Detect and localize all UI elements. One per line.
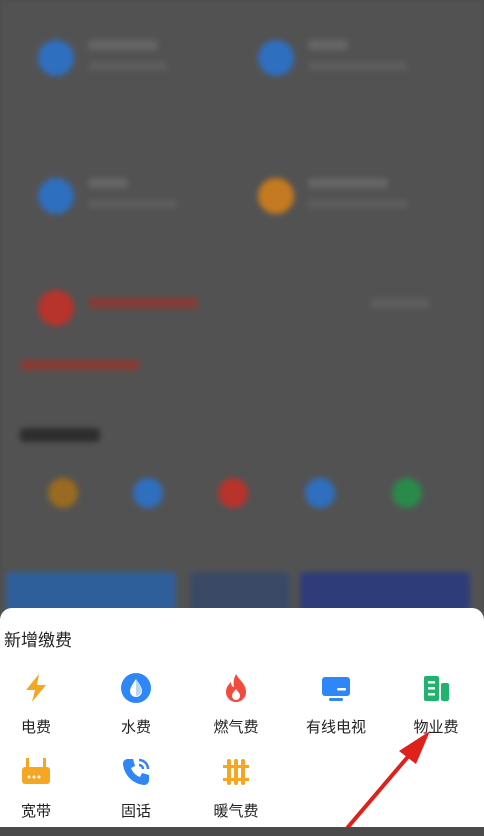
item-label: 有线电视 bbox=[305, 718, 366, 736]
property-fee-item[interactable]: 物业费 bbox=[396, 672, 476, 752]
heating-fee-item[interactable]: 暖气费 bbox=[196, 756, 276, 836]
sheet-title: 新增缴费 bbox=[4, 631, 72, 651]
cable-tv-item[interactable]: 有线电视 bbox=[296, 672, 376, 752]
phone-icon bbox=[123, 758, 150, 785]
item-label: 物业费 bbox=[413, 718, 459, 736]
router-icon bbox=[22, 758, 50, 784]
tv-icon bbox=[322, 677, 350, 701]
item-label: 宽带 bbox=[20, 802, 51, 820]
item-label: 电费 bbox=[20, 718, 51, 736]
heater-icon bbox=[223, 759, 249, 785]
item-label: 固话 bbox=[120, 802, 151, 820]
water-drop-icon bbox=[121, 673, 151, 703]
item-label: 燃气费 bbox=[213, 718, 259, 736]
electricity-bill-item[interactable]: 电费 bbox=[0, 672, 76, 752]
lightning-icon bbox=[26, 674, 46, 702]
water-bill-item[interactable]: 水费 bbox=[96, 672, 176, 752]
flame-icon bbox=[226, 674, 246, 702]
broadband-item[interactable]: 宽带 bbox=[0, 756, 76, 836]
blurred-background-page bbox=[0, 0, 484, 640]
landline-item[interactable]: 固话 bbox=[96, 756, 176, 836]
item-label: 暖气费 bbox=[213, 802, 259, 820]
building-icon bbox=[424, 676, 449, 701]
gas-bill-item[interactable]: 燃气费 bbox=[196, 672, 276, 752]
item-label: 水费 bbox=[120, 718, 151, 736]
add-payment-sheet: 新增缴费 电费 水费 燃气费 有线电视 物业费 宽带 固话 暖气费 bbox=[0, 608, 484, 827]
